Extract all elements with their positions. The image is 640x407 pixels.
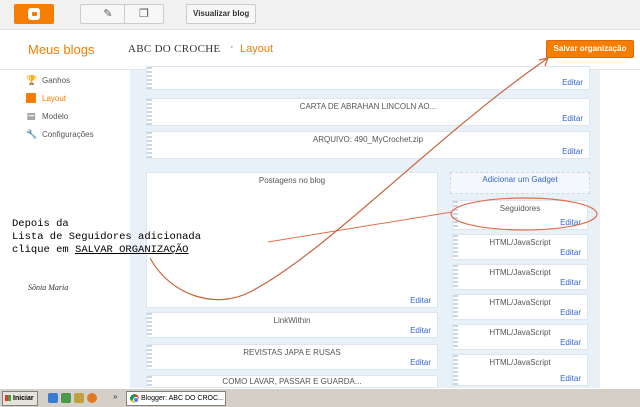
add-gadget-link[interactable]: Adicionar um Gadget <box>450 172 590 194</box>
drag-handle[interactable] <box>147 376 152 387</box>
gadget-title: REVISTAS JAPA E RUSAS <box>243 348 341 357</box>
gadget-top-2[interactable]: CARTA DE ABRAHAN LINCOLN AO... Editar <box>146 98 590 126</box>
sidebar-item-label: Layout <box>42 93 67 103</box>
taskbar-item-blogger[interactable]: Blogger: ABC DO CROC... <box>126 391 226 406</box>
sidebar-item-settings[interactable]: 🔧 Configurações <box>26 127 94 141</box>
gadget-title: HTML/JavaScript <box>489 328 551 337</box>
gadget-title: HTML/JavaScript <box>489 358 551 367</box>
gadget-title: HTML/JavaScript <box>489 268 551 277</box>
gadget-edit-link[interactable]: Editar <box>410 358 431 367</box>
sidebar-item-label: Ganhos <box>42 75 71 85</box>
annotation-emphasis: SALVAR ORGANIZAÇÃO <box>75 244 189 256</box>
top-toolbar: ✎ ❐ Visualizar blog <box>0 0 640 30</box>
page-title: Layout <box>240 43 274 55</box>
annotation-line-1: Depois da <box>12 218 69 230</box>
annotation-line-3-prefix: clique em <box>12 244 76 256</box>
gadget-magazines[interactable]: REVISTAS JAPA E RUSAS Editar <box>146 344 438 370</box>
drag-handle[interactable] <box>453 355 458 385</box>
gadget-linkwithin[interactable]: LinkWithin Editar <box>146 312 438 338</box>
sidebar-item-label: Configurações <box>42 129 94 139</box>
trophy-icon: 🏆 <box>26 75 38 85</box>
drag-handle[interactable] <box>453 201 458 229</box>
gadget-washing[interactable]: COMO LAVAR, PASSAR E GUARDA... <box>146 375 438 388</box>
gadget-edit-link[interactable]: Editar <box>410 296 431 305</box>
gadget-title: LinkWithin <box>273 316 311 325</box>
sidebar-item-template[interactable]: ▤ Modelo <box>26 109 69 123</box>
wrench-icon: 🔧 <box>26 129 38 139</box>
firefox-icon[interactable] <box>87 393 97 403</box>
gadget-html-1[interactable]: HTML/JavaScript Editar <box>452 234 588 260</box>
gadget-edit-link[interactable]: Editar <box>560 248 581 257</box>
drag-handle[interactable] <box>147 67 152 89</box>
gadget-edit-link[interactable]: Editar <box>562 147 583 156</box>
gadget-html-5[interactable]: HTML/JavaScript Editar <box>452 354 588 386</box>
annotation-line-3: clique em SALVAR ORGANIZAÇÃO <box>12 244 201 257</box>
title-separator: · <box>230 41 234 53</box>
blog-title: ABC DO CROCHE <box>128 43 221 55</box>
gadget-top-1[interactable]: Editar <box>146 66 590 90</box>
drag-handle[interactable] <box>453 235 458 259</box>
start-button[interactable]: Iniciar <box>2 391 38 406</box>
layout-icon <box>26 93 36 103</box>
taskbar-item-label: Blogger: ABC DO CROC... <box>141 395 224 402</box>
gadget-edit-link[interactable]: Editar <box>410 326 431 335</box>
annotation-line-2: Lista de Seguidores adicionada <box>12 231 202 243</box>
desktop-icon[interactable] <box>61 393 71 403</box>
start-label: Iniciar <box>13 395 34 402</box>
gadget-title: HTML/JavaScript <box>489 298 551 307</box>
gadget-edit-link[interactable]: Editar <box>562 114 583 123</box>
windows-taskbar: Iniciar » Blogger: ABC DO CROC... <box>0 388 640 407</box>
gadget-title: ARQUIVO: 490_MyCrochet.zip <box>312 135 424 144</box>
tutorial-annotation: Depois da Lista de Seguidores adicionada… <box>12 218 201 257</box>
blogger-home-button[interactable] <box>14 4 54 24</box>
page-header: Meus blogs ABC DO CROCHE · Layout <box>0 30 640 70</box>
blogger-logo-icon <box>28 8 40 20</box>
gadget-edit-link[interactable]: Editar <box>562 78 583 87</box>
drag-handle[interactable] <box>453 325 458 349</box>
gadget-title: HTML/JavaScript <box>489 238 551 247</box>
quicklaunch-chevron[interactable]: » <box>113 392 117 401</box>
sidebar-item-label: Modelo <box>42 111 69 121</box>
gadget-followers[interactable]: Seguidores Editar <box>452 200 588 230</box>
view-blog-button[interactable]: Visualizar blog <box>186 4 257 24</box>
gadget-title: CARTA DE ABRAHAN LINCOLN AO... <box>299 102 437 111</box>
gadget-title: COMO LAVAR, PASSAR E GUARDA... <box>222 377 362 386</box>
drag-handle[interactable] <box>453 265 458 289</box>
drag-handle[interactable] <box>147 345 152 369</box>
ie-icon[interactable] <box>48 393 58 403</box>
sidebar-item-layout[interactable]: Layout <box>26 91 66 105</box>
gadget-title: Seguidores <box>499 204 541 213</box>
save-arrangement-button[interactable]: Salvar organização <box>546 40 634 58</box>
gadget-edit-link[interactable]: Editar <box>560 338 581 347</box>
gadget-edit-link[interactable]: Editar <box>560 278 581 287</box>
my-blogs-link[interactable]: Meus blogs <box>28 42 94 57</box>
drag-handle[interactable] <box>147 132 152 158</box>
gadget-html-2[interactable]: HTML/JavaScript Editar <box>452 264 588 290</box>
posts-list-button[interactable]: ❐ <box>124 4 164 24</box>
gadget-edit-link[interactable]: Editar <box>560 308 581 317</box>
drag-handle[interactable] <box>453 295 458 319</box>
gadget-top-3[interactable]: ARQUIVO: 490_MyCrochet.zip Editar <box>146 131 590 159</box>
drag-handle[interactable] <box>147 313 152 337</box>
gadget-edit-link[interactable]: Editar <box>560 374 581 383</box>
windows-flag-icon <box>5 395 11 401</box>
template-icon: ▤ <box>26 111 36 121</box>
folder-icon[interactable] <box>74 393 84 403</box>
pencil-icon: ✎ <box>103 8 113 20</box>
gadget-edit-link[interactable]: Editar <box>560 218 581 227</box>
sidebar-item-earnings[interactable]: 🏆 Ganhos <box>26 73 70 87</box>
gadget-html-3[interactable]: HTML/JavaScript Editar <box>452 294 588 320</box>
gadget-title: Postagens no blog <box>258 176 326 185</box>
chrome-icon <box>130 394 139 403</box>
author-signature: Sônia Maria <box>28 283 69 292</box>
documents-icon: ❐ <box>139 8 149 20</box>
drag-handle[interactable] <box>147 99 152 125</box>
gadget-html-4[interactable]: HTML/JavaScript Editar <box>452 324 588 350</box>
